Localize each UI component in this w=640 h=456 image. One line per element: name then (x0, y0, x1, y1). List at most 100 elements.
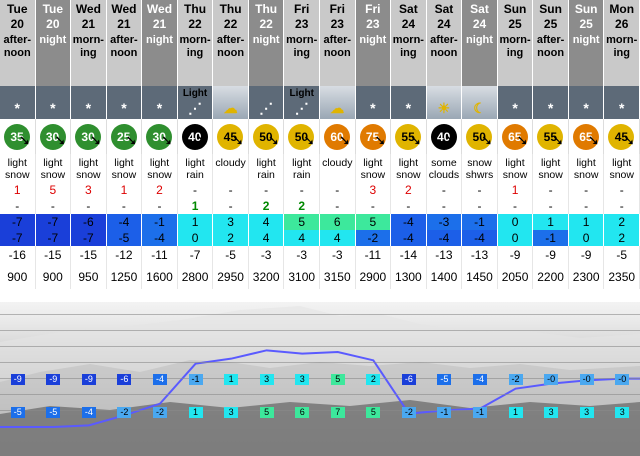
min-temp: -7 (35, 230, 72, 246)
min-temp: -2 (355, 230, 392, 246)
freezing-level: 900 (0, 265, 36, 289)
period-label: after- noon (323, 34, 352, 59)
snow-cloud-icon: * (106, 86, 143, 119)
min-temp: 4 (320, 230, 356, 246)
column-header[interactable]: Sun 25 after- noon (533, 0, 569, 86)
column-header[interactable]: Fri 23 night (355, 0, 392, 86)
chart-bottom-badge: 3 (615, 407, 630, 418)
rain-amount: - (36, 198, 72, 214)
snow-cloud-icon: * (142, 86, 178, 119)
snow-amount: - (604, 182, 640, 198)
sky-glyph: * (405, 100, 412, 116)
column-header[interactable]: Sat 24 after- noon (426, 0, 463, 86)
chart-bottom-badge: -2 (401, 407, 416, 418)
snow-amount: 1 (498, 182, 534, 198)
wind-cell: 30 ➘ (71, 119, 107, 154)
column-header[interactable]: Wed 21 morn- ing (71, 0, 107, 86)
wind-arrow-icon: ➘ (623, 132, 635, 148)
day-name: Sun (503, 2, 527, 16)
weather-summary: cloudy (320, 154, 356, 182)
chart-bottom-badge: 5 (366, 407, 381, 418)
column-header[interactable]: Sat 24 morn- ing (391, 0, 427, 86)
snow-amount: 3 (356, 182, 392, 198)
chart-bottom-badge: 7 (330, 407, 345, 418)
column-header[interactable]: Sun 25 morn- ing (497, 0, 534, 86)
wind-arrow-icon: ➘ (125, 132, 138, 148)
period-label: morn- ing (606, 34, 638, 59)
min-temp: 0 (568, 230, 605, 246)
wind-chill: -3 (284, 246, 320, 265)
cloud-icon: ☁ (213, 86, 249, 119)
weather-summary: light snow (71, 154, 107, 182)
sky-glyph: * (370, 100, 376, 116)
freezing-level: 1300 (391, 265, 427, 289)
rain-cloud-icon: ⋰ (248, 86, 285, 119)
day-name: Sat (434, 2, 454, 16)
wind-chill: -5 (213, 246, 249, 265)
chart-bottom-badge: -2 (117, 407, 132, 418)
chart-gridline (0, 346, 640, 347)
column-header[interactable]: Mon 26 morn- ing (604, 0, 640, 86)
wind-chill: -11 (356, 246, 392, 265)
wind-arrow-icon: ➘ (54, 132, 67, 148)
column-header[interactable]: Tue 20 night (35, 0, 72, 86)
rain-amount: - (0, 198, 36, 214)
max-temp: 1 (177, 214, 214, 230)
chart-bottom-badge: 6 (295, 407, 310, 418)
freezing-level: 1600 (142, 265, 178, 289)
wind-arrow-icon: ➘ (409, 132, 422, 148)
min-temp: 4 (248, 230, 285, 246)
column-header[interactable]: Thu 22 morn- ing (177, 0, 214, 86)
sky-glyph: * (618, 100, 625, 116)
chart-bottom-badge: -5 (10, 407, 25, 418)
freezing-level: 1400 (427, 265, 463, 289)
wind-chill: -9 (569, 246, 605, 265)
snow-cloud-icon: * (355, 86, 392, 119)
snow-cloud-icon: * (497, 86, 534, 119)
chart-bottom-badge: -5 (46, 407, 61, 418)
column-header[interactable]: Fri 23 morn- ing (284, 0, 320, 86)
freezing-level: 2950 (213, 265, 249, 289)
freezing-level: 2200 (533, 265, 569, 289)
chart-bottom-badge: 3 (544, 407, 559, 418)
chart-bottom-badge: -4 (81, 407, 96, 418)
column-header[interactable]: Wed 21 after- noon (106, 0, 143, 86)
wind-cell: 35 ➘ (0, 119, 36, 154)
wind-chill: -3 (320, 246, 356, 265)
wind-cell: 30 ➘ (142, 119, 178, 154)
chart-bottom-badge: -2 (153, 407, 167, 418)
column-header[interactable]: Tue 20 after- noon (0, 0, 36, 86)
freezing-level: 900 (36, 265, 72, 289)
chart-top-badge: -2 (508, 374, 523, 385)
column-header[interactable]: Thu 22 after- noon (213, 0, 249, 86)
wind-arrow-icon: ➘ (303, 132, 315, 148)
wind-cell: 25 ➘ (106, 119, 143, 154)
day-number: 20 (10, 17, 24, 31)
column-header[interactable]: Fri 23 after- noon (320, 0, 356, 86)
max-temp: 4 (248, 214, 285, 230)
sky-glyph: ☁ (223, 100, 238, 116)
chart-top-badge: -0 (579, 374, 594, 385)
min-temp: -4 (391, 230, 427, 246)
column-header[interactable]: Wed 21 night (142, 0, 178, 86)
chart-gridline (0, 330, 640, 331)
period-label: morn- ing (179, 34, 211, 59)
wind-chill: -13 (462, 246, 498, 265)
wind-arrow-icon: ➘ (161, 132, 173, 148)
day-number: 25 (543, 17, 558, 31)
column-header[interactable]: Thu 22 night (248, 0, 285, 86)
period-label: morn- ing (392, 34, 424, 59)
chart-top-badge: -0 (544, 374, 559, 385)
rain-amount: - (391, 198, 427, 214)
chart-top-badge: 1 (224, 374, 239, 385)
max-temp: 3 (213, 214, 249, 230)
wind-cell: 65 ➘ (497, 119, 534, 154)
column-header[interactable]: Sat 24 night (462, 0, 498, 86)
column-header[interactable]: Sun 25 night (568, 0, 605, 86)
day-number: 23 (366, 17, 380, 31)
day-number: 24 (401, 17, 416, 31)
weather-summary: light snow (391, 154, 427, 182)
snow-cloud-icon: * (0, 86, 36, 119)
chart-top-badge: 2 (366, 374, 381, 385)
rain-amount: - (213, 198, 249, 214)
